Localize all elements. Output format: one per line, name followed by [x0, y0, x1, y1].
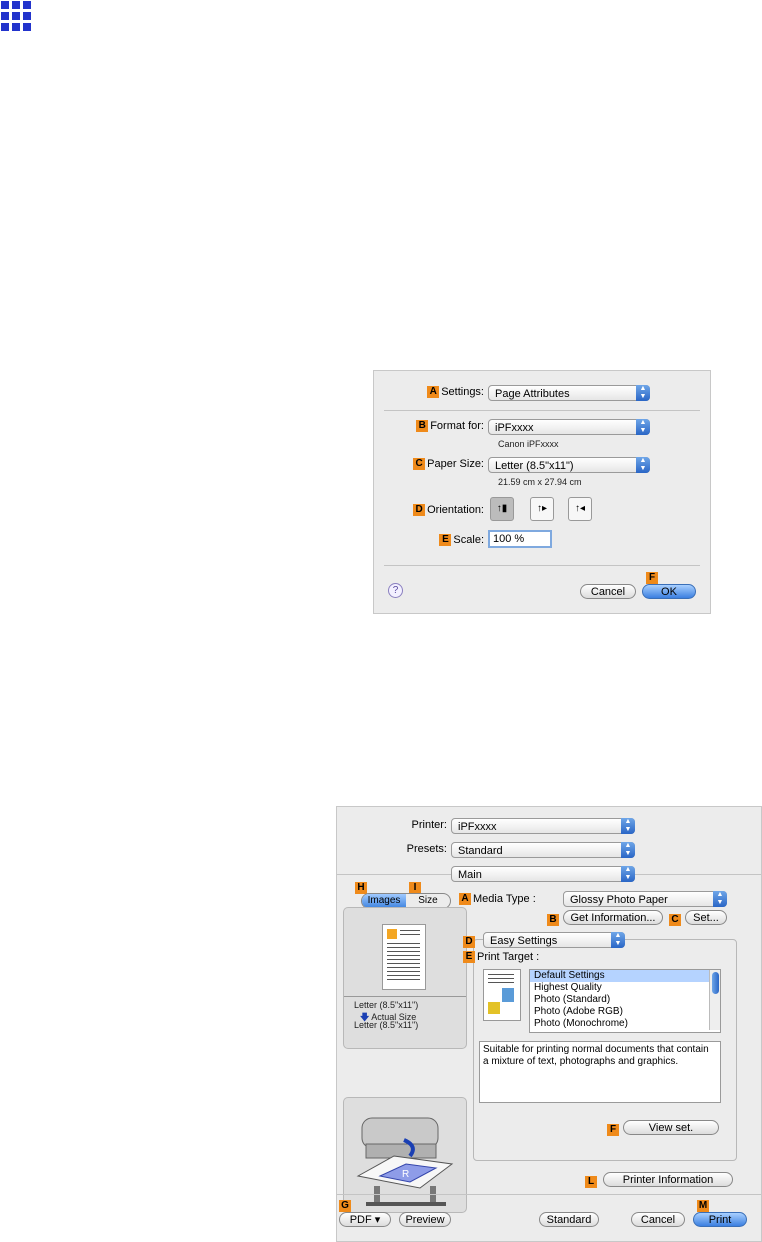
- callout-c: C: [413, 458, 426, 471]
- list-scrollbar[interactable]: [709, 970, 720, 1030]
- callout-c: C: [669, 911, 683, 929]
- print-dialog: Printer: iPFxxxx ▲ ▼ Presets: Standard ▲ ▼ M…: [336, 806, 762, 1242]
- callout-e: E: [439, 534, 452, 547]
- help-icon[interactable]: ?: [388, 583, 403, 598]
- updown-arrow-icon: ▲ ▼: [621, 818, 635, 834]
- size-preview-panel: Letter (8.5"x11") 🡇 Actual Size Letter (…: [343, 907, 467, 1049]
- list-item[interactable]: Photo (Monochrome): [530, 1018, 720, 1030]
- presets-label: Presets:: [406, 843, 447, 855]
- printer-illustration-panel: R: [343, 1097, 467, 1213]
- pane-popup[interactable]: Main ▲ ▼: [451, 866, 635, 882]
- callout-a: A: [427, 386, 440, 399]
- get-information-button[interactable]: Get Information...: [563, 910, 663, 925]
- tab-size[interactable]: Size: [406, 894, 450, 908]
- divider: [384, 565, 700, 566]
- callout-b: B: [547, 911, 561, 929]
- output-size-text: Letter (8.5"x11"): [354, 1020, 419, 1030]
- print-target-list[interactable]: Default Settings Highest Quality Photo (…: [529, 969, 721, 1033]
- print-button[interactable]: Print: [693, 1212, 747, 1227]
- scale-label: E Scale:: [374, 534, 484, 547]
- grid-icon: [0, 0, 31, 31]
- original-size-text: Letter (8.5"x11"): [354, 1000, 419, 1010]
- list-item[interactable]: Photo (Adobe RGB): [530, 1006, 720, 1018]
- format-subtitle: Canon iPFxxxx: [498, 439, 559, 449]
- media-type-label: A Media Type :: [459, 893, 547, 906]
- updown-arrow-icon: ▲ ▼: [713, 891, 727, 907]
- updown-arrow-icon: ▲ ▼: [611, 932, 625, 948]
- target-description: Suitable for printing normal documents t…: [479, 1041, 721, 1103]
- portrait-orientation-icon[interactable]: ↑▮: [490, 497, 514, 521]
- paper-size-label: C Paper Size:: [374, 458, 484, 471]
- callout-f: F: [607, 1121, 621, 1139]
- list-item[interactable]: Photo (Standard): [530, 994, 720, 1006]
- callout-e: E: [463, 951, 475, 964]
- format-popup[interactable]: iPFxxxx ▲ ▼: [488, 419, 650, 435]
- callout-d: D: [413, 504, 426, 517]
- preview-button[interactable]: Preview: [399, 1212, 451, 1227]
- callout-d: D: [463, 933, 477, 951]
- landscape-left-orientation-icon[interactable]: ↑▸: [530, 497, 554, 521]
- callout-a: A: [459, 893, 471, 906]
- view-set-button[interactable]: View set.: [623, 1120, 719, 1135]
- standard-button[interactable]: Standard: [539, 1212, 599, 1227]
- printer-information-button[interactable]: Printer Information: [603, 1172, 733, 1187]
- settings-popup[interactable]: Page Attributes ▲ ▼: [488, 385, 650, 401]
- svg-text:R: R: [402, 1169, 409, 1180]
- tab-images[interactable]: Images: [362, 894, 406, 908]
- mode-popup[interactable]: Easy Settings ▲ ▼: [483, 932, 625, 948]
- print-target-thumbnail: [483, 969, 521, 1021]
- scale-input[interactable]: 100 %: [488, 530, 552, 548]
- divider: [337, 1194, 761, 1195]
- ok-button[interactable]: OK: [642, 584, 696, 599]
- list-item[interactable]: Highest Quality: [530, 982, 720, 994]
- updown-arrow-icon: ▲ ▼: [636, 419, 650, 435]
- settings-label: A Settings:: [374, 386, 484, 399]
- updown-arrow-icon: ▲ ▼: [621, 842, 635, 858]
- set-button[interactable]: Set...: [685, 910, 727, 925]
- presets-popup[interactable]: Standard ▲ ▼: [451, 842, 635, 858]
- paper-size-popup[interactable]: Letter (8.5"x11") ▲ ▼: [488, 457, 650, 473]
- divider: [344, 996, 466, 997]
- page-setup-dialog: A Settings: Page Attributes ▲ ▼ B Format for…: [373, 370, 711, 614]
- updown-arrow-icon: ▲ ▼: [636, 457, 650, 473]
- printer-popup[interactable]: iPFxxxx ▲ ▼: [451, 818, 635, 834]
- orientation-label: D Orientation:: [374, 504, 484, 517]
- callout-b: B: [416, 420, 429, 433]
- divider: [384, 410, 700, 411]
- callout-l: L: [585, 1173, 599, 1191]
- print-target-label: E Print Target :: [463, 951, 539, 964]
- media-type-popup[interactable]: Glossy Photo Paper ▲ ▼: [563, 891, 727, 907]
- updown-arrow-icon: ▲ ▼: [636, 385, 650, 401]
- paper-size-subtitle: 21.59 cm x 27.94 cm: [498, 477, 582, 487]
- cancel-button[interactable]: Cancel: [580, 584, 636, 599]
- printer-label: Printer:: [411, 819, 447, 831]
- cancel-button[interactable]: Cancel: [631, 1212, 685, 1227]
- page-thumbnail: [382, 924, 426, 990]
- format-label: B Format for:: [374, 420, 484, 433]
- list-item[interactable]: Default Settings: [530, 970, 720, 982]
- pdf-button[interactable]: PDF ▾: [339, 1212, 391, 1227]
- updown-arrow-icon: ▲ ▼: [621, 866, 635, 882]
- landscape-right-orientation-icon[interactable]: ↑◂: [568, 497, 592, 521]
